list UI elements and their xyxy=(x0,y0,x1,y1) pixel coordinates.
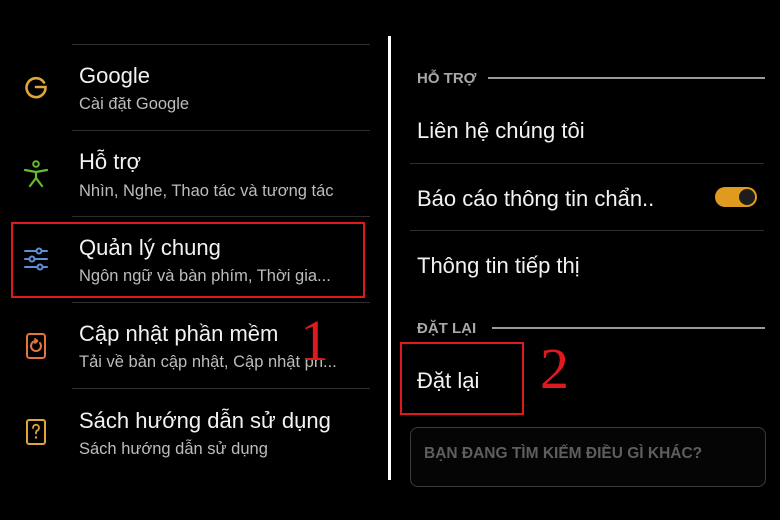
panel-divider xyxy=(388,36,391,480)
step-number-1: 1 xyxy=(300,308,329,373)
menu-item-subtitle: Nhìn, Nghe, Thao tác và tương tác xyxy=(79,182,334,200)
menu-item-google[interactable]: Google Cài đặt Google xyxy=(0,44,388,130)
google-icon xyxy=(22,73,50,101)
menu-item-software-update[interactable]: Cập nhật phần mềm Tải về bản cập nhật, C… xyxy=(0,302,388,388)
divider xyxy=(72,302,370,303)
toggle-knob xyxy=(739,189,755,205)
contact-us-item[interactable]: Liên hệ chúng tôi xyxy=(417,118,585,144)
menu-item-title: Hỗ trợ xyxy=(79,149,142,174)
software-update-icon xyxy=(22,332,50,360)
menu-item-user-manual[interactable]: Sách hướng dẫn sử dụng Sách hướng dẫn sử… xyxy=(0,388,388,474)
section-header-support: HỖ TRỢ xyxy=(417,70,477,87)
search-prompt-text: BẠN ĐANG TÌM KIẾM ĐIỀU GÌ KHÁC? xyxy=(424,445,703,462)
marketing-info-item[interactable]: Thông tin tiếp thị xyxy=(417,253,580,279)
menu-item-support[interactable]: Hỗ trợ Nhìn, Nghe, Thao tác và tương tác xyxy=(0,130,388,216)
manual-icon xyxy=(22,418,50,446)
divider xyxy=(72,44,370,45)
diagnostic-report-toggle[interactable] xyxy=(715,187,757,207)
search-suggestion-box[interactable]: BẠN ĐANG TÌM KIẾM ĐIỀU GÌ KHÁC? xyxy=(410,427,766,487)
menu-item-title: Cập nhật phần mềm xyxy=(79,321,279,346)
menu-item-subtitle: Cài đặt Google xyxy=(79,95,190,113)
support-settings-panel: HỖ TRỢ Liên hệ chúng tôi Báo cáo thông t… xyxy=(392,0,780,520)
highlight-box-step-1 xyxy=(11,222,365,298)
divider xyxy=(72,130,370,131)
diagnostic-report-item[interactable]: Báo cáo thông tin chẩn.. xyxy=(417,186,654,212)
settings-menu-panel: Google Cài đặt Google Hỗ trợ Nhìn, Nghe,… xyxy=(0,0,388,520)
highlight-box-step-2 xyxy=(400,342,524,415)
menu-item-subtitle: Sách hướng dẫn sử dụng xyxy=(79,440,268,458)
step-number-2: 2 xyxy=(540,336,569,401)
divider xyxy=(72,216,370,217)
section-header-line xyxy=(488,77,765,79)
divider xyxy=(410,163,764,164)
menu-item-subtitle: Tải về bản cập nhật, Cập nhật ph... xyxy=(79,353,337,371)
accessibility-icon xyxy=(22,160,50,188)
section-header-line xyxy=(492,327,765,329)
menu-item-title: Sách hướng dẫn sử dụng xyxy=(79,408,331,433)
divider xyxy=(410,230,764,231)
section-header-reset: ĐẶT LẠI xyxy=(417,320,477,337)
divider xyxy=(72,388,370,389)
menu-item-title: Google xyxy=(79,63,150,88)
